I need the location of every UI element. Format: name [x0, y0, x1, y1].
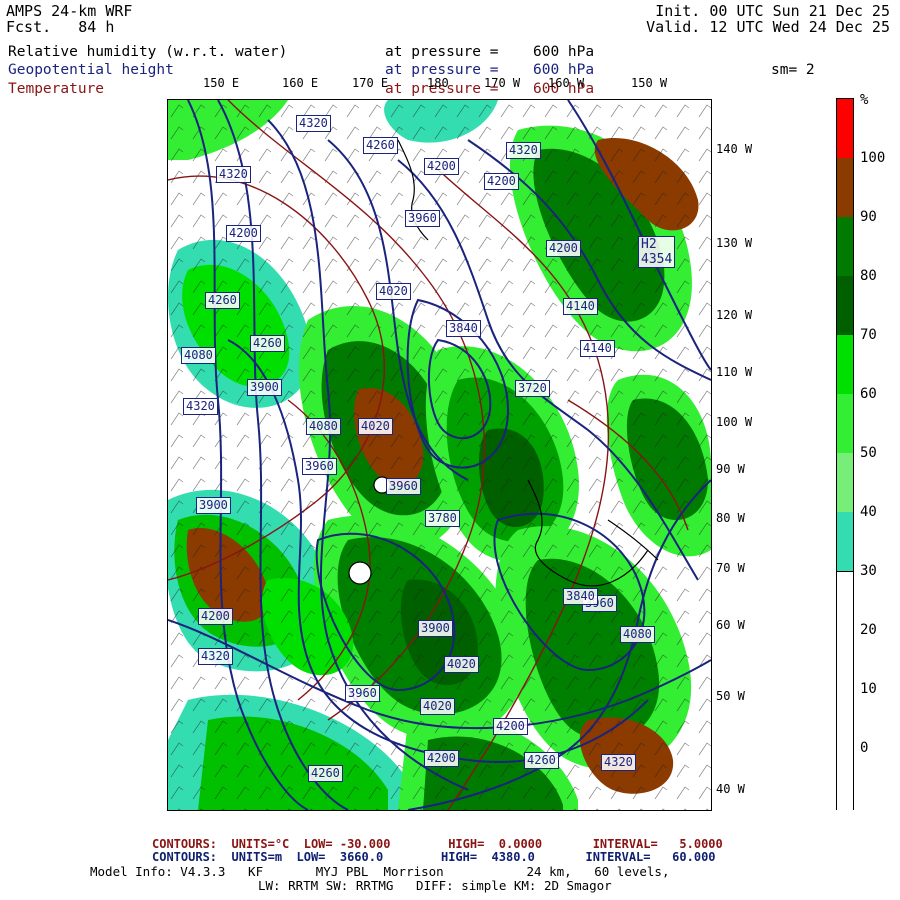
colorbar-segment — [837, 158, 853, 217]
colorbar-label: 90 — [860, 209, 877, 225]
colorbar-label: 10 — [860, 681, 877, 697]
colorbar-label: 70 — [860, 327, 877, 343]
height-label: 4200 — [198, 608, 233, 625]
height-contour-info: CONTOURS: UNITS=m LOW= 3660.0 HIGH= 4380… — [152, 850, 716, 864]
height-label: 4080 — [620, 626, 655, 643]
high-center-label: H2 4354 — [638, 236, 676, 268]
forecast-label: Fcst. — [6, 18, 52, 36]
colorbar-segment — [837, 99, 853, 158]
lon-label-160e: 160 E — [282, 76, 319, 90]
height-label: 4200 — [424, 750, 459, 767]
height-label: 4200 — [546, 240, 581, 257]
lon-label-120w: 120 W — [716, 308, 753, 322]
height-label: 4320 — [216, 166, 251, 183]
height-label: 3960 — [302, 458, 337, 475]
height-label: 4200 — [226, 225, 261, 242]
height-label: 4020 — [444, 656, 479, 673]
height-label: 3720 — [515, 380, 550, 397]
height-label: 3840 — [446, 320, 481, 337]
colorbar-segment — [837, 512, 853, 571]
height-label: 4260 — [524, 752, 559, 769]
colorbar-label: 40 — [860, 504, 877, 520]
colorbar-label: 60 — [860, 386, 877, 402]
lon-label-70w: 70 W — [716, 561, 745, 575]
colorbar-label: 0 — [860, 740, 869, 756]
lon-label-50w: 50 W — [716, 689, 745, 703]
lon-label-170w: 170 W — [484, 76, 521, 90]
height-label: 4080 — [306, 418, 341, 435]
lon-label-100w: 100 W — [716, 415, 753, 429]
height-label: 4260 — [363, 137, 398, 154]
colorbar-label: 20 — [860, 622, 877, 638]
lon-label-130w: 130 W — [716, 236, 753, 250]
lon-label-160w: 160 W — [548, 76, 585, 90]
lon-label-150e: 150 E — [203, 76, 240, 90]
forecast-hours: 84 h — [78, 18, 115, 36]
lon-label-110w: 110 W — [716, 365, 753, 379]
lon-label-170e: 170 E — [352, 76, 389, 90]
lon-label-90w: 90 W — [716, 462, 745, 476]
lon-label-60w: 60 W — [716, 618, 745, 632]
lon-label-80w: 80 W — [716, 511, 745, 525]
colorbar-label: 50 — [860, 445, 877, 461]
height-label: 4260 — [205, 292, 240, 309]
height-label: 4140 — [580, 340, 615, 357]
height-label: 4200 — [424, 158, 459, 175]
height-label: 4020 — [358, 418, 393, 435]
height-label: 3960 — [405, 210, 440, 227]
var-height-name: Geopotential height — [8, 62, 174, 78]
height-label: 3840 — [563, 588, 598, 605]
height-label: 4020 — [420, 698, 455, 715]
lon-label-40w: 40 W — [716, 782, 745, 796]
var-rh-name: Relative humidity (w.r.t. water) — [8, 44, 288, 60]
height-label: 4320 — [506, 142, 541, 159]
lon-label-150w: 150 W — [631, 76, 668, 90]
colorbar-segment — [837, 453, 853, 512]
height-label: 4320 — [183, 398, 218, 415]
model-info-physics: LW: RRTM SW: RRTMG DIFF: simple KM: 2D S… — [258, 878, 612, 893]
var-temp-name: Temperature — [8, 81, 105, 97]
lon-label-180: 180 — [427, 76, 449, 90]
height-label: 4080 — [181, 347, 216, 364]
lon-label-140w: 140 W — [716, 142, 753, 156]
colorbar-segment — [837, 276, 853, 335]
height-label: 4200 — [493, 718, 528, 735]
height-label: 4140 — [563, 298, 598, 315]
colorbar-segment — [837, 571, 853, 810]
height-label: 4320 — [198, 648, 233, 665]
colorbar-label: 30 — [860, 563, 877, 579]
height-label: 4320 — [296, 115, 331, 132]
model-title-block: AMPS 24-km WRF Fcst. 84 h — [6, 3, 132, 35]
height-label: 4200 — [484, 173, 519, 190]
valid-time: Valid. 12 UTC Wed 24 Dec 25 — [646, 18, 890, 36]
time-block: Init. 00 UTC Sun 21 Dec 25 Valid. 12 UTC… — [646, 3, 890, 35]
height-label: 3900 — [247, 379, 282, 396]
colorbar-unit: % — [860, 92, 869, 108]
colorbar-label: 80 — [860, 268, 877, 284]
colorbar-segment — [837, 217, 853, 276]
high-center-value: 4354 — [641, 252, 673, 267]
colorbar-segment — [837, 335, 853, 394]
height-label: 4260 — [250, 335, 285, 352]
height-label: 3960 — [345, 685, 380, 702]
map-panel: 4320 4260 4200 4320 4200 4320 4200 3960 … — [167, 99, 712, 811]
colorbar — [836, 98, 854, 810]
height-label: 4320 — [601, 754, 636, 771]
height-label: 3780 — [425, 510, 460, 527]
model-info: Model Info: V4.3.3 KF MYJ PBL Morrison 2… — [90, 864, 670, 879]
colorbar-label: 100 — [860, 150, 886, 166]
height-label: 3900 — [196, 497, 231, 514]
height-label: 4020 — [376, 283, 411, 300]
height-label: 3960 — [386, 478, 421, 495]
high-center-name: H2 — [641, 237, 657, 252]
height-label: 4260 — [308, 765, 343, 782]
smoothing-label: sm= 2 — [771, 62, 815, 78]
var-rh-pressure: 600 hPa — [533, 44, 595, 60]
height-label: 3900 — [418, 620, 453, 637]
var-rh-pressure-label: at pressure = — [385, 44, 499, 60]
colorbar-segment — [837, 394, 853, 453]
